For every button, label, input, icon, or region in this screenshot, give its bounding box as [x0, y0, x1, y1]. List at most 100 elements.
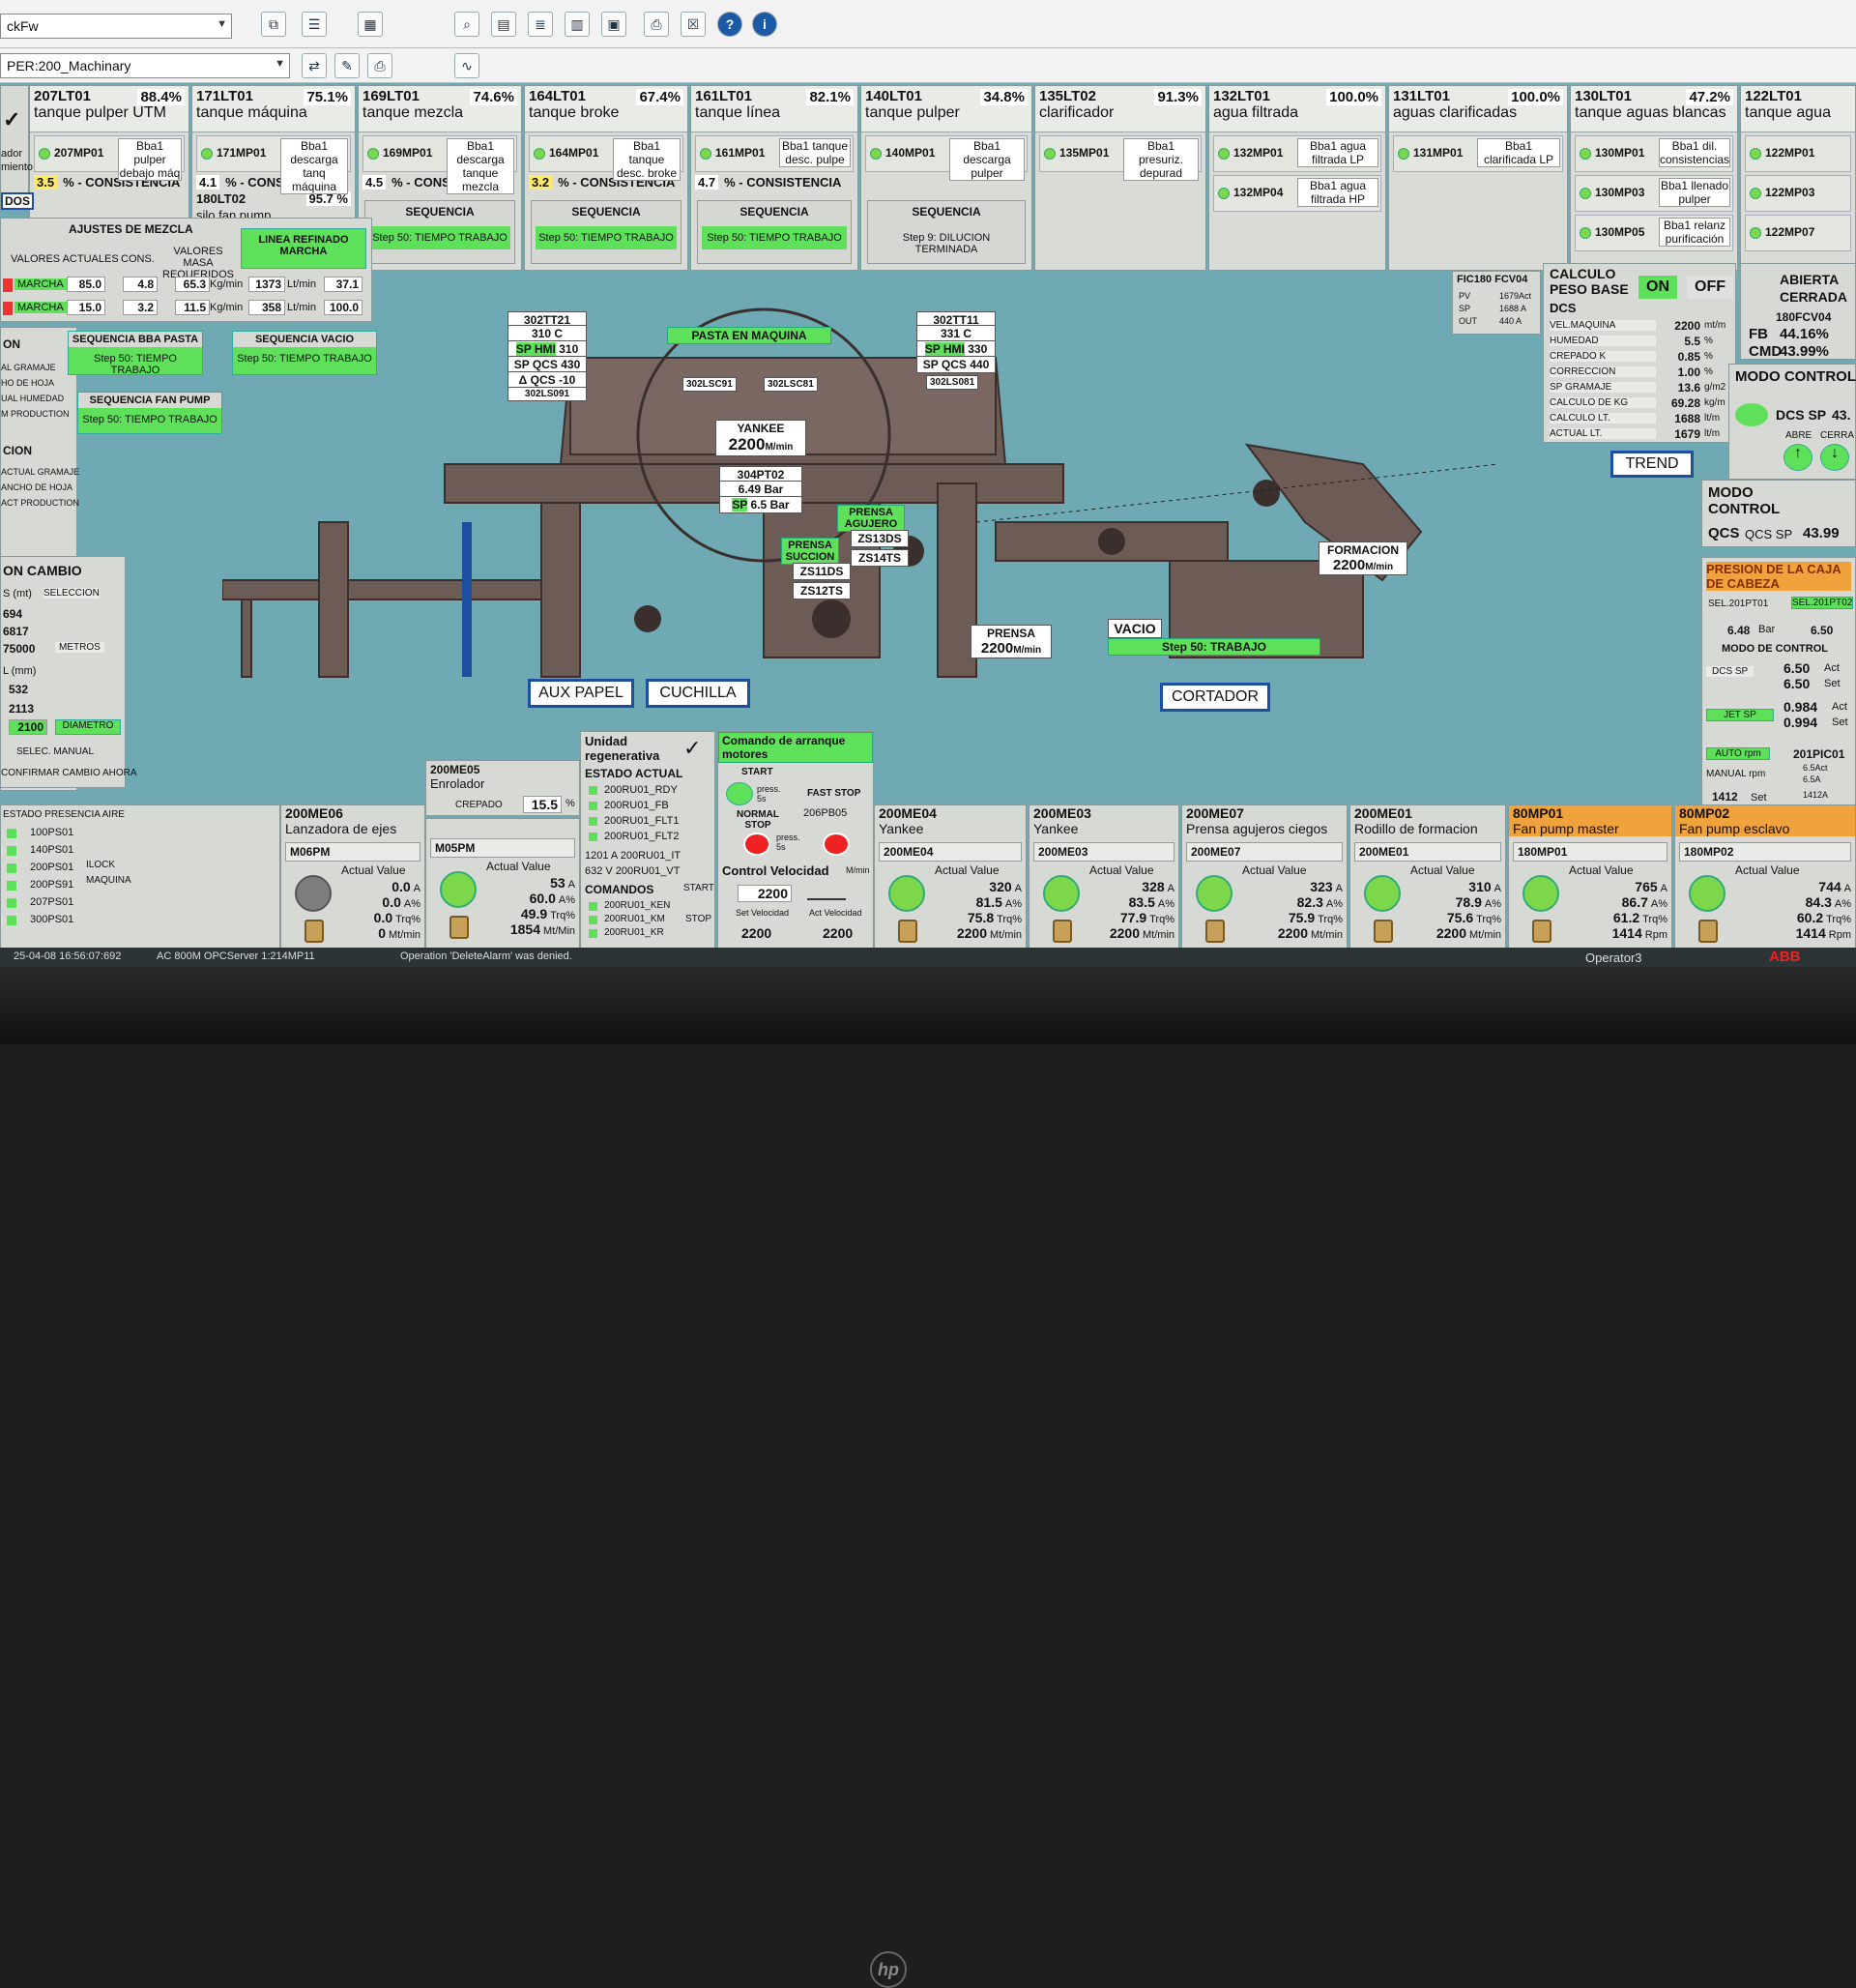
- dcssp2-button[interactable]: DCS SP: [1706, 666, 1754, 677]
- trend-button[interactable]: TREND: [1610, 451, 1694, 478]
- regen-stop[interactable]: STOP: [685, 914, 711, 924]
- press-hint-2: press. 5s: [776, 833, 800, 852]
- sequence-step[interactable]: Step 9: DILUCION TERMINADA: [872, 226, 1021, 261]
- regen-start[interactable]: START: [683, 883, 714, 893]
- sequence-step[interactable]: Step 50: TIEMPO TRABAJO: [369, 226, 510, 249]
- workspace-combo[interactable]: ckFw ▼: [0, 14, 232, 39]
- diametro-button[interactable]: DIAMETRO: [55, 719, 121, 735]
- pump-140mp01[interactable]: 140MP01 Bba1 descarga pulper: [865, 135, 1028, 181]
- motor-subtag[interactable]: 200ME01: [1354, 842, 1501, 862]
- pump-122mp03[interactable]: 122MP03: [1745, 175, 1851, 212]
- calc-value: 1.00: [1677, 365, 1700, 379]
- seq-fan-pump[interactable]: SEQUENCIA FAN PUMP Step 50: TIEMPO TRABAJ…: [77, 392, 222, 434]
- pump-171mp01[interactable]: 171MP01 Bba1 descarga tanq máquina: [196, 135, 351, 194]
- report-icon[interactable]: ▤: [491, 12, 516, 37]
- left-dos-button[interactable]: DOS: [1, 192, 35, 210]
- magnifier-icon[interactable]: ⌕: [454, 12, 479, 37]
- motor-status-indicator[interactable]: [1689, 875, 1726, 912]
- seq-bba-pasta[interactable]: SEQUENCIA BBA PASTA Step 50: TIEMPO TRABA…: [68, 331, 203, 376]
- pump-122mp07[interactable]: 122MP07: [1745, 215, 1851, 251]
- lock-icon[interactable]: [1205, 920, 1225, 943]
- table-icon[interactable]: ▦: [358, 12, 383, 37]
- lock-icon[interactable]: [1374, 920, 1393, 943]
- copy-icon[interactable]: ⧉: [261, 12, 286, 37]
- motor-subtag[interactable]: 200ME03: [1033, 842, 1174, 862]
- motor-subtag[interactable]: 180MP01: [1513, 842, 1668, 862]
- select-manual-button[interactable]: SELEC. MANUAL: [16, 746, 94, 757]
- auto-rpm-button[interactable]: AUTO rpm: [1706, 747, 1770, 760]
- on-button[interactable]: ON: [1638, 276, 1677, 299]
- motor-status-indicator[interactable]: [888, 875, 925, 912]
- start-button[interactable]: [726, 782, 753, 805]
- confirm-change-button[interactable]: CONFIRMAR CAMBIO AHORA: [1, 768, 137, 778]
- lock-icon[interactable]: [1053, 920, 1072, 943]
- pump-164mp01[interactable]: 164MP01 Bba1 tanque desc. broke: [529, 135, 683, 181]
- lock-icon[interactable]: [1532, 920, 1552, 943]
- list-icon[interactable]: ☰: [302, 12, 327, 37]
- pump-169mp01[interactable]: 169MP01 Bba1 descarga tanque mezcla: [362, 135, 517, 194]
- motor-header: 80MP02 Fan pump esclavo: [1675, 805, 1855, 836]
- refinado-status[interactable]: LINEA REFINADO MARCHA: [241, 228, 366, 269]
- pin-icon[interactable]: ✎: [334, 53, 360, 78]
- lock-icon[interactable]: [1698, 920, 1718, 943]
- pump-207mp01[interactable]: 207MP01 Bba1 pulper debajo máq: [34, 135, 185, 181]
- jetsp-button[interactable]: JET SP: [1706, 709, 1774, 721]
- pump-135mp01[interactable]: 135MP01 Bba1 presuriz. depurad: [1039, 135, 1202, 181]
- velocity-slider[interactable]: [807, 887, 846, 900]
- sequence-step[interactable]: Step 50: TIEMPO TRABAJO: [702, 226, 847, 249]
- info-icon[interactable]: i: [752, 12, 777, 37]
- cortador-button[interactable]: CORTADOR: [1160, 683, 1270, 712]
- pump-122mp01[interactable]: 122MP01: [1745, 135, 1851, 172]
- fast-stop-button[interactable]: [823, 833, 850, 856]
- lock-icon[interactable]: [450, 916, 469, 939]
- motor-status-indicator[interactable]: [440, 871, 477, 908]
- pump-130mp05[interactable]: 130MP05 Bba1 relanz purificación: [1575, 215, 1733, 251]
- tank-name: agua filtrada: [1213, 104, 1299, 121]
- off-button[interactable]: OFF: [1687, 276, 1733, 299]
- arrow-up-icon[interactable]: ↑: [1784, 444, 1812, 471]
- motor-tag: 80MP02: [1679, 805, 1730, 821]
- status-led-red: [3, 302, 13, 315]
- pump-161mp01[interactable]: 161MP01 Bba1 tanque desc. pulpe: [695, 135, 854, 172]
- navigate-icon[interactable]: ⇄: [302, 53, 327, 78]
- close-icon[interactable]: ☒: [681, 12, 706, 37]
- modo-control-title-2: MODO CONTROL: [1708, 484, 1781, 517]
- pump-132mp01[interactable]: 132MP01 Bba1 agua filtrada LP: [1213, 135, 1381, 172]
- motor-status-indicator[interactable]: [1196, 875, 1232, 912]
- motor-subtag[interactable]: 200ME07: [1186, 842, 1343, 862]
- velocidad-input[interactable]: 2200: [738, 885, 792, 902]
- manual-rpm-button[interactable]: MANUAL rpm: [1706, 769, 1765, 779]
- help-icon[interactable]: ?: [717, 12, 742, 37]
- dcs-mode-icon[interactable]: [1735, 403, 1768, 426]
- motor-status-indicator[interactable]: [1522, 875, 1559, 912]
- seleccion-button[interactable]: SELECCION: [44, 588, 100, 599]
- motor-subtag[interactable]: 200ME04: [879, 842, 1022, 862]
- motor-subtag[interactable]: 180MP02: [1679, 842, 1851, 862]
- arrow-down-icon[interactable]: ↓: [1820, 444, 1849, 471]
- aux-papel-button[interactable]: AUX PAPEL: [528, 679, 634, 708]
- pump-132mp04[interactable]: 132MP04 Bba1 agua filtrada HP: [1213, 175, 1381, 212]
- layout-icon[interactable]: ▣: [601, 12, 626, 37]
- print-icon[interactable]: ⎙: [367, 53, 392, 78]
- signal-icon[interactable]: ∿: [454, 53, 479, 78]
- sel1-button[interactable]: SEL.201PT01: [1708, 599, 1768, 609]
- normal-stop-button[interactable]: [743, 833, 770, 856]
- pump-130mp01[interactable]: 130MP01 Bba1 dil. consistencias: [1575, 135, 1733, 172]
- motor-status-indicator[interactable]: [1364, 875, 1401, 912]
- doc-icon[interactable]: ≣: [528, 12, 553, 37]
- sequence-step[interactable]: Step 50: TIEMPO TRABAJO: [536, 226, 677, 249]
- pump-131mp01[interactable]: 131MP01 Bba1 clarificada LP: [1393, 135, 1563, 172]
- motor-subtag[interactable]: M06PM: [285, 842, 420, 862]
- ps-item: 200PS01: [30, 862, 74, 873]
- metros-button[interactable]: METROS: [55, 642, 104, 653]
- display-combo[interactable]: PER:200_Machinary ▼: [0, 53, 290, 78]
- motor-panel-200me01: 200ME01 Rodillo de formacion 200ME01 Actual…: [1349, 804, 1506, 951]
- chart-icon[interactable]: ▥: [565, 12, 590, 37]
- motor-reading-value: 320: [989, 879, 1012, 894]
- lock-icon[interactable]: [898, 920, 917, 943]
- cuchilla-button[interactable]: CUCHILLA: [646, 679, 750, 708]
- motor-subtag[interactable]: M05PM: [430, 838, 575, 858]
- sel2-button[interactable]: SEL.201PT02: [1791, 597, 1853, 609]
- print-icon[interactable]: ⎙: [644, 12, 669, 37]
- pump-130mp03[interactable]: 130MP03 Bba1 llenado pulper: [1575, 175, 1733, 212]
